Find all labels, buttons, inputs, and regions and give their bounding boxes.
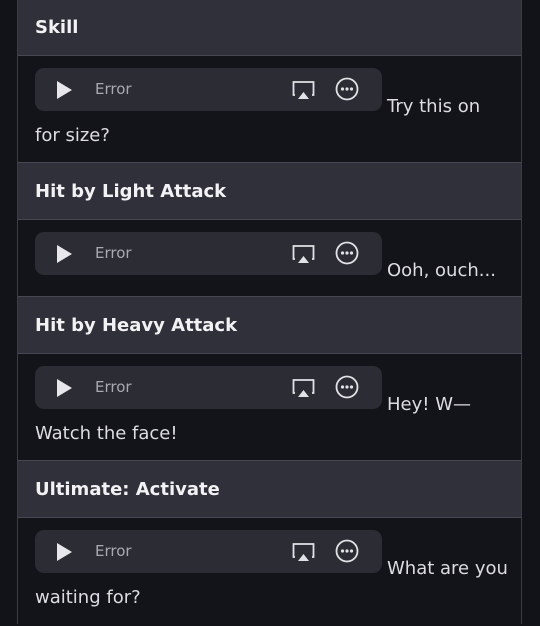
row-header-hit-light: Hit by Light Attack xyxy=(18,162,521,220)
player-status: Error xyxy=(95,80,132,98)
airplay-icon[interactable] xyxy=(292,542,315,563)
voice-line-text: Ooh, ouch... xyxy=(387,260,496,281)
voice-line-text-cont: Watch the face! xyxy=(35,423,178,444)
play-icon[interactable] xyxy=(57,245,72,263)
row-header-skill: Skill xyxy=(18,0,521,56)
airplay-icon[interactable] xyxy=(292,80,315,101)
play-icon[interactable] xyxy=(57,81,72,99)
voice-line-text-cont: waiting for? xyxy=(35,587,141,608)
voice-lines-table: Skill Error Try this on for size? Hit by… xyxy=(17,0,522,624)
row-body-ultimate: Error What are you waiting for? xyxy=(18,518,521,624)
more-options-icon[interactable] xyxy=(335,77,359,101)
row-body-hit-heavy: Error Hey! W— Watch the face! xyxy=(18,354,521,460)
voice-line-text: Hey! W— xyxy=(387,394,471,415)
row-body-skill: Error Try this on for size? xyxy=(18,56,521,162)
player-status: Error xyxy=(95,378,132,396)
row-body-hit-light: Error Ooh, ouch... xyxy=(18,220,521,296)
row-header-hit-heavy: Hit by Heavy Attack xyxy=(18,296,521,354)
more-options-icon[interactable] xyxy=(335,539,359,563)
player-status: Error xyxy=(95,244,132,262)
voice-line-text-cont: for size? xyxy=(35,125,110,146)
more-options-icon[interactable] xyxy=(335,241,359,265)
audio-player[interactable]: Error xyxy=(35,366,382,409)
airplay-icon[interactable] xyxy=(292,378,315,399)
audio-player[interactable]: Error xyxy=(35,68,382,111)
play-icon[interactable] xyxy=(57,379,72,397)
audio-player[interactable]: Error xyxy=(35,530,382,573)
voice-line-text: Try this on xyxy=(387,96,481,117)
audio-player[interactable]: Error xyxy=(35,232,382,275)
player-status: Error xyxy=(95,542,132,560)
play-icon[interactable] xyxy=(57,543,72,561)
more-options-icon[interactable] xyxy=(335,375,359,399)
airplay-icon[interactable] xyxy=(292,244,315,265)
row-header-ultimate: Ultimate: Activate xyxy=(18,460,521,518)
voice-line-text: What are you xyxy=(387,558,508,579)
